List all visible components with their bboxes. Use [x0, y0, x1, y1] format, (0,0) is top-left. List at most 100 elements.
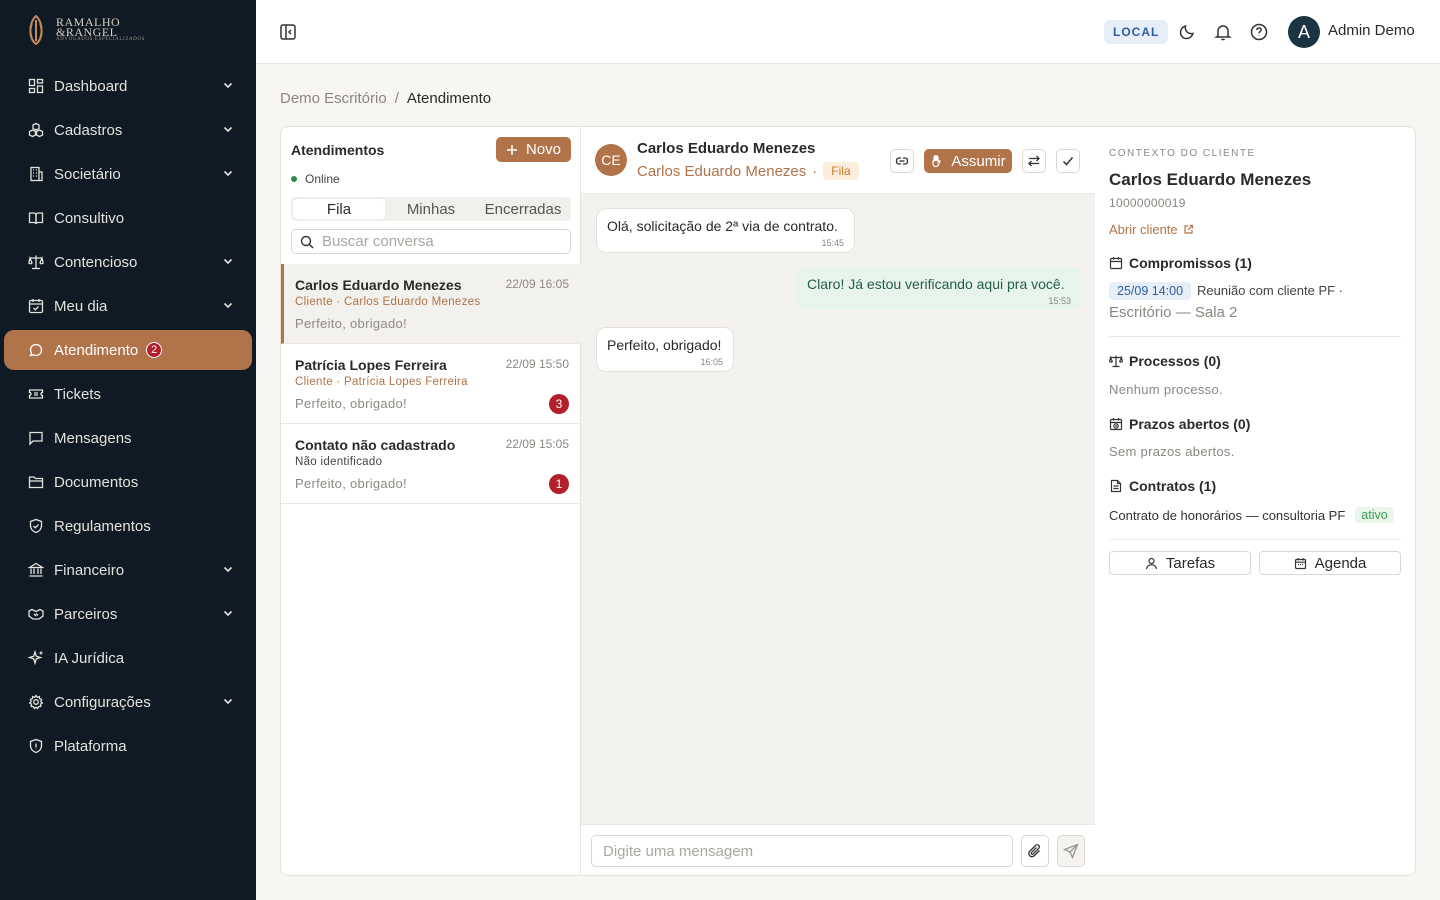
unread-count-badge: 3 — [549, 394, 569, 414]
transfer-button[interactable] — [1022, 149, 1046, 173]
online-status[interactable]: Online — [291, 172, 340, 186]
context-client-id: 10000000019 — [1109, 196, 1186, 210]
contact-client-link[interactable]: Carlos Eduardo Menezes — [637, 163, 806, 180]
send-button[interactable] — [1057, 835, 1085, 867]
conversation-item[interactable]: Carlos Eduardo Menezes 22/09 16:05 Clien… — [281, 264, 581, 344]
handshake-icon — [28, 608, 44, 620]
breadcrumb-root[interactable]: Demo Escritório — [280, 90, 387, 107]
sidebar-item-label: Cadastros — [54, 121, 123, 139]
sidebar-item-tickets[interactable]: Tickets — [4, 374, 252, 414]
file-text-icon — [1110, 479, 1122, 493]
chevron-down-icon — [223, 126, 233, 133]
chevron-down-icon — [223, 170, 233, 177]
building-icon — [30, 166, 43, 182]
message-composer — [581, 824, 1095, 875]
shield-icon — [29, 738, 43, 754]
sidebar-item-configuracoes[interactable]: Configurações — [4, 682, 252, 722]
sidebar-item-label: Tickets — [54, 385, 101, 403]
sidebar-item-documentos[interactable]: Documentos — [4, 462, 252, 502]
sidebar-item-label: Plataforma — [54, 737, 127, 755]
contract-status-badge: ativo — [1355, 507, 1394, 523]
attach-button[interactable] — [1021, 835, 1049, 867]
sidebar-item-plataforma[interactable]: Plataforma — [4, 726, 252, 766]
link-icon — [895, 157, 909, 165]
moon-icon[interactable] — [1177, 22, 1197, 42]
online-dot-icon — [291, 176, 297, 182]
contract-item[interactable]: Contrato de honorários — consultoria PF … — [1109, 507, 1394, 523]
transfer-icon — [1028, 155, 1040, 167]
sidebar-item-label: Consultivo — [54, 209, 125, 227]
close-conversation-button[interactable] — [1056, 149, 1080, 173]
sidebar: RAMALHO &RANGEL ADVOGADOS ESPECIALIZADOS… — [0, 0, 256, 900]
processes-title-text: Processos (0) — [1129, 353, 1221, 369]
conversation-subtitle: Cliente · Patrícia Lopes Ferreira — [295, 376, 468, 388]
sidebar-item-label: Parceiros — [54, 605, 118, 623]
sidebar-item-mensagens[interactable]: Mensagens — [4, 418, 252, 458]
processes-title: Processos (0) — [1109, 353, 1221, 369]
calendar-icon — [1294, 557, 1306, 569]
sidebar-item-financeiro[interactable]: Financeiro — [4, 550, 252, 590]
book-icon — [28, 212, 44, 225]
tab-fila[interactable]: Fila — [293, 199, 385, 219]
sidebar-item-atendimento[interactable]: Atendimento 2 — [4, 330, 252, 370]
plus-icon — [506, 144, 517, 155]
bank-icon — [28, 562, 44, 577]
message-outgoing: Claro! Já estou verificando aqui pra voc… — [797, 267, 1081, 310]
sidebar-toggle-icon[interactable] — [278, 22, 298, 42]
agenda-button[interactable]: Agenda — [1259, 551, 1401, 575]
user-name[interactable]: Admin Demo — [1328, 22, 1415, 39]
chevron-down-icon — [223, 302, 233, 309]
message-text: Claro! Já estou verificando aqui pra voc… — [807, 276, 1065, 292]
chevron-down-icon — [223, 258, 233, 265]
sidebar-item-label: Regulamentos — [54, 517, 151, 535]
sidebar-item-label: Meu dia — [54, 297, 108, 315]
sidebar-item-ia-juridica[interactable]: IA Jurídica — [4, 638, 252, 678]
message-time: 15:45 — [821, 238, 844, 248]
brand-logo[interactable]: RAMALHO &RANGEL ADVOGADOS ESPECIALIZADOS — [24, 14, 145, 46]
new-conversation-button[interactable]: Novo — [496, 137, 571, 162]
calendar-check-icon — [28, 299, 44, 314]
divider — [1109, 539, 1401, 540]
tasks-button[interactable]: Tarefas — [1109, 551, 1251, 575]
message-input[interactable] — [591, 835, 1013, 867]
conversation-item[interactable]: Contato não cadastrado 22/09 15:05 Não i… — [281, 424, 581, 504]
sidebar-item-label: Mensagens — [54, 429, 132, 447]
conversation-time: 22/09 16:05 — [505, 277, 569, 291]
sidebar-item-contencioso[interactable]: Contencioso — [4, 242, 252, 282]
conversation-name: Carlos Eduardo Menezes — [295, 277, 462, 293]
sidebar-item-parceiros[interactable]: Parceiros — [4, 594, 252, 634]
assume-button[interactable]: Assumir — [924, 149, 1012, 173]
search-input[interactable] — [322, 233, 562, 250]
chat-panel: CE Carlos Eduardo Menezes Carlos Eduardo… — [581, 127, 1095, 875]
contracts-title: Contratos (1) — [1109, 478, 1216, 494]
message-square-icon — [29, 431, 43, 446]
contact-subtitle: Carlos Eduardo Menezes · Fila — [637, 162, 859, 180]
scale-icon — [28, 255, 44, 270]
tab-encerradas[interactable]: Encerradas — [477, 199, 569, 219]
chat-header: CE Carlos Eduardo Menezes Carlos Eduardo… — [581, 127, 1095, 194]
link-button[interactable] — [890, 149, 914, 173]
user-avatar[interactable]: A — [1288, 16, 1320, 48]
sidebar-item-consultivo[interactable]: Consultivo — [4, 198, 252, 238]
context-client-name: Carlos Eduardo Menezes — [1109, 170, 1312, 189]
appointment-item[interactable]: 25/09 14:00 Reunião com cliente PF · Escr… — [1109, 280, 1399, 324]
breadcrumb: Demo Escritório / Atendimento — [280, 90, 491, 107]
environment-badge: LOCAL — [1104, 20, 1169, 44]
conversation-item[interactable]: Patrícia Lopes Ferreira 22/09 15:50 Clie… — [281, 344, 581, 424]
sidebar-item-societario[interactable]: Societário — [4, 154, 252, 194]
tab-minhas[interactable]: Minhas — [385, 199, 477, 219]
chevron-down-icon — [223, 82, 233, 89]
open-client-link[interactable]: Abrir cliente — [1109, 222, 1194, 237]
sidebar-item-label: Atendimento — [54, 341, 139, 359]
check-icon — [1062, 157, 1074, 166]
open-client-label: Abrir cliente — [1109, 222, 1178, 237]
search-box — [291, 229, 571, 254]
sidebar-item-meu-dia[interactable]: Meu dia — [4, 286, 252, 326]
sidebar-item-regulamentos[interactable]: Regulamentos — [4, 506, 252, 546]
conversation-name: Contato não cadastrado — [295, 437, 456, 453]
sidebar-item-cadastros[interactable]: Cadastros — [4, 110, 252, 150]
bell-icon[interactable] — [1213, 22, 1233, 42]
sidebar-item-dashboard[interactable]: Dashboard — [4, 66, 252, 106]
help-circle-icon[interactable] — [1249, 22, 1269, 42]
message-time: 15:53 — [1048, 296, 1071, 306]
